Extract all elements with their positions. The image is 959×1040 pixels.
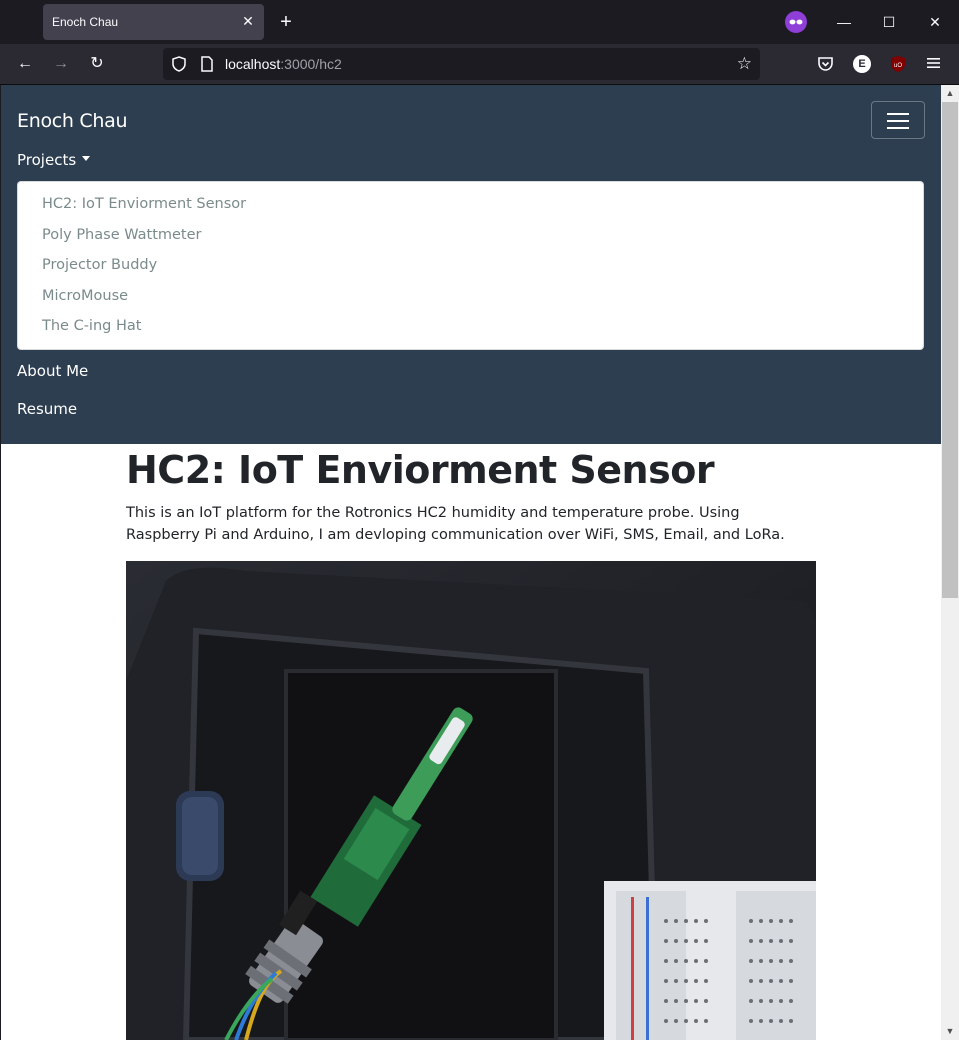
dropdown-item-hc2[interactable]: HC2: IoT Enviorment Sensor: [42, 196, 246, 212]
hamburger-bar: [887, 113, 909, 115]
nav-projects-dropdown[interactable]: Projects: [17, 151, 91, 169]
hamburger-bar: [887, 127, 909, 129]
menu-icon[interactable]: [926, 56, 942, 75]
svg-text:uO: uO: [894, 63, 902, 69]
caret-down-icon: [82, 156, 91, 161]
project-description: This is an IoT platform for the Rotronic…: [126, 505, 785, 543]
url-host: localhost: [225, 56, 281, 72]
page-icon: [200, 56, 214, 77]
dropdown-item-cing-hat[interactable]: The C-ing Hat: [42, 318, 141, 334]
browser-toolbar: ← → ↻ localhost:3000/hc2 ☆ E uO: [0, 44, 959, 85]
url-path: :3000/hc2: [280, 56, 342, 72]
nav-about-me[interactable]: About Me: [17, 362, 88, 380]
minimize-icon[interactable]: —: [832, 10, 856, 34]
nav-resume[interactable]: Resume: [17, 400, 77, 418]
dropdown-item-wattmeter[interactable]: Poly Phase Wattmeter: [42, 227, 202, 243]
site-brand[interactable]: Enoch Chau: [17, 110, 128, 132]
page-viewport: Enoch Chau Projects HC2: IoT Enviorment …: [1, 85, 941, 1040]
browser-tab-bar: Enoch Chau ✕ + — ☐ ✕: [0, 0, 959, 44]
new-tab-icon[interactable]: +: [276, 12, 296, 32]
extension-e-icon[interactable]: E: [853, 55, 871, 73]
page-title: HC2: IoT Enviorment Sensor: [126, 448, 715, 492]
back-arrow-icon[interactable]: ←: [15, 54, 35, 74]
url-text[interactable]: localhost:3000/hc2: [225, 56, 342, 72]
tab-title: Enoch Chau: [52, 15, 119, 29]
dropdown-item-projector-buddy[interactable]: Projector Buddy: [42, 257, 157, 273]
navbar-toggle-button[interactable]: [871, 101, 925, 139]
ublock-icon[interactable]: uO: [889, 55, 907, 78]
private-mask-icon[interactable]: [785, 11, 807, 33]
scroll-down-icon[interactable]: ▼: [941, 1023, 959, 1039]
project-photo: [126, 561, 816, 1040]
breadboard: [604, 881, 816, 1040]
scroll-up-icon[interactable]: ▲: [941, 85, 959, 101]
star-icon[interactable]: ☆: [737, 55, 752, 73]
browser-tab-active[interactable]: Enoch Chau ✕: [43, 4, 264, 40]
site-navbar: Enoch Chau Projects HC2: IoT Enviorment …: [1, 85, 941, 444]
close-tab-icon[interactable]: ✕: [240, 13, 256, 29]
pocket-icon[interactable]: [817, 56, 834, 77]
dropdown-item-micromouse[interactable]: MicroMouse: [42, 288, 128, 304]
nav-projects-label: Projects: [17, 151, 77, 169]
maximize-icon[interactable]: ☐: [877, 10, 901, 34]
url-bar[interactable]: localhost:3000/hc2 ☆: [163, 48, 760, 80]
hc2-sensor-photo-illustration: [126, 561, 816, 1040]
hamburger-bar: [887, 120, 909, 122]
scrollbar-thumb[interactable]: [942, 102, 958, 598]
reload-icon[interactable]: ↻: [87, 54, 107, 74]
projects-dropdown-menu: HC2: IoT Enviorment Sensor Poly Phase Wa…: [17, 181, 924, 350]
forward-arrow-icon[interactable]: →: [51, 54, 71, 74]
close-window-icon[interactable]: ✕: [923, 10, 947, 34]
shield-icon[interactable]: [171, 56, 187, 77]
page-scrollbar[interactable]: ▲ ▼: [941, 85, 959, 1040]
